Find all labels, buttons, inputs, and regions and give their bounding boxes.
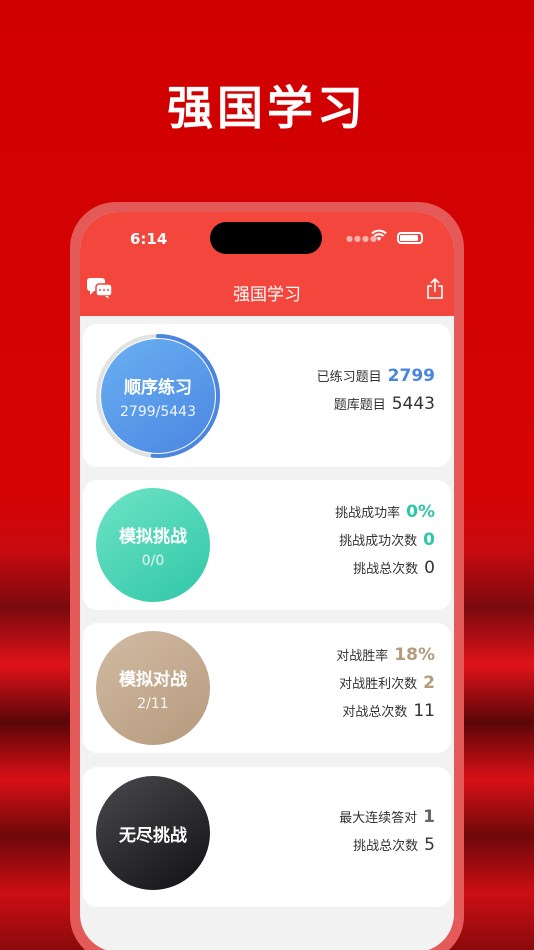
mock-challenge-card[interactable]: 模拟挑战 0/0 挑战成功率 0% 挑战成功次数 0 挑战总次数 0 — [83, 480, 451, 610]
sequential-practice-button[interactable]: 顺序练习 2799/5443 — [101, 339, 215, 453]
stat-value: 18% — [394, 645, 435, 665]
stat-row: 最大连续答对 1 — [339, 807, 435, 835]
stat-value: 0% — [406, 502, 435, 522]
stat-label: 对战胜率 — [336, 649, 389, 664]
stat-row: 对战胜率 18% — [336, 645, 435, 673]
stat-row: 题库题目 5443 — [317, 394, 435, 422]
circle-progress-text: 2799/5443 — [120, 403, 196, 420]
stat-row: 挑战总次数 0 — [335, 558, 435, 586]
stat-value: 2 — [423, 673, 435, 693]
stat-label: 挑战成功次数 — [339, 534, 418, 549]
circle-title: 模拟对战 — [119, 669, 187, 690]
mock-battle-button[interactable]: 模拟对战 2/11 — [96, 631, 210, 745]
stat-row: 挑战成功次数 0 — [335, 530, 435, 558]
stat-label: 对战胜利次数 — [339, 677, 418, 692]
circle-title: 无尽挑战 — [119, 825, 187, 846]
stat-value: 11 — [413, 701, 435, 721]
stat-label: 挑战总次数 — [353, 562, 419, 577]
stat-value: 0 — [424, 558, 435, 578]
app-title: 强国学习 — [233, 285, 301, 305]
app-bar: 6:14 ●●●● 强国学习 — [80, 212, 454, 316]
stat-label: 已练习题目 — [316, 370, 382, 385]
stat-label: 挑战成功率 — [335, 506, 401, 521]
stat-row: 挑战总次数 5 — [339, 835, 435, 863]
battery-icon — [397, 232, 423, 244]
mock-battle-card[interactable]: 模拟对战 2/11 对战胜率 18% 对战胜利次数 2 对战总次数 11 — [83, 623, 451, 753]
stat-value: 1 — [423, 807, 435, 827]
sequential-practice-card[interactable]: 顺序练习 2799/5443 已练习题目 2799 题库题目 5443 — [83, 324, 451, 467]
endless-challenge-card[interactable]: 无尽挑战 最大连续答对 1 挑战总次数 5 — [83, 767, 451, 907]
stat-row: 对战胜利次数 2 — [336, 673, 435, 701]
stat-row: 挑战成功率 0% — [335, 502, 435, 530]
endless-challenge-button[interactable]: 无尽挑战 — [96, 776, 210, 890]
share-icon[interactable] — [426, 278, 444, 300]
promo-title: 强国学习 — [167, 81, 367, 135]
stat-value: 2799 — [387, 366, 435, 386]
stat-label: 挑战总次数 — [353, 839, 419, 854]
stats-list: 对战胜率 18% 对战胜利次数 2 对战总次数 11 — [336, 645, 435, 729]
stat-value: 5 — [424, 835, 435, 855]
mock-challenge-button[interactable]: 模拟挑战 0/0 — [96, 488, 210, 602]
stat-value: 0 — [423, 530, 435, 550]
stats-list: 最大连续答对 1 挑战总次数 5 — [339, 807, 435, 863]
app-screen: 6:14 ●●●● 强国学习 顺序练习 2799/5443 已练习题目 2799… — [80, 212, 454, 950]
status-time: 6:14 — [130, 230, 168, 248]
circle-title: 顺序练习 — [124, 377, 192, 398]
stat-row: 已练习题目 2799 — [317, 366, 435, 394]
stat-label: 对战总次数 — [342, 705, 408, 720]
stats-list: 挑战成功率 0% 挑战成功次数 0 挑战总次数 0 — [335, 502, 435, 586]
stat-row: 对战总次数 11 — [336, 701, 435, 729]
dynamic-island — [210, 222, 322, 254]
circle-progress-text: 2/11 — [137, 695, 169, 712]
stat-value: 5443 — [391, 394, 435, 414]
phone-frame: 6:14 ●●●● 强国学习 顺序练习 2799/5443 已练习题目 2799… — [70, 202, 464, 950]
stat-label: 题库题目 — [333, 398, 386, 413]
stats-list: 已练习题目 2799 题库题目 5443 — [317, 366, 435, 422]
circle-title: 模拟挑战 — [119, 526, 187, 547]
circle-progress-text: 0/0 — [141, 552, 165, 569]
wifi-icon — [371, 229, 387, 241]
stat-label: 最大连续答对 — [339, 811, 418, 826]
